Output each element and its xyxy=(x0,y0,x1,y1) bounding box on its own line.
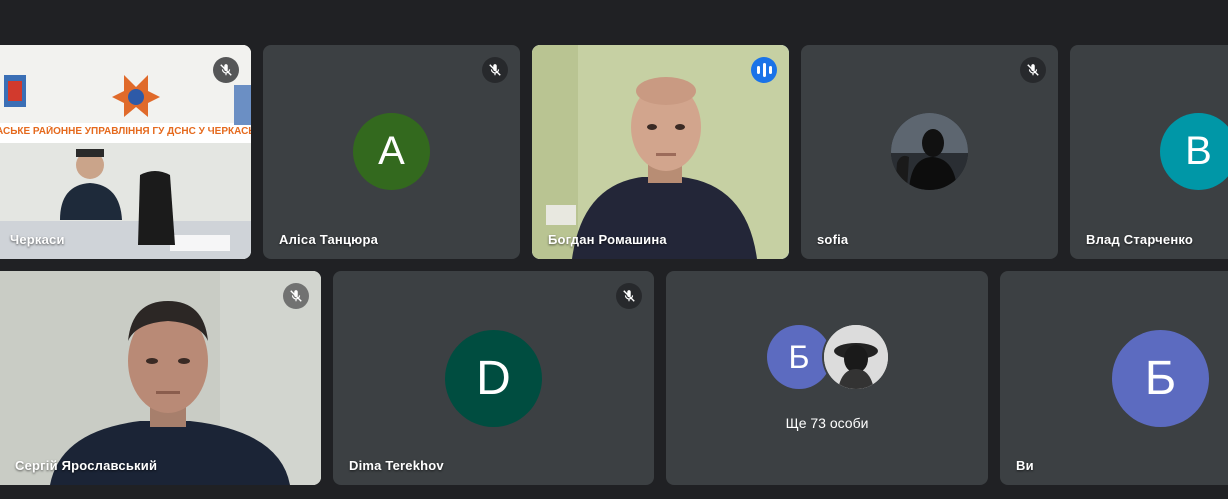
avatar-photo xyxy=(824,325,888,389)
mic-off-indicator xyxy=(1020,57,1046,83)
mic-off-indicator xyxy=(283,283,309,309)
participant-tile-dima[interactable]: D Dima Terekhov xyxy=(333,271,654,485)
mic-off-indicator xyxy=(616,283,642,309)
avatar-photo xyxy=(891,113,968,190)
participant-avatar xyxy=(824,325,888,389)
more-participants-tile[interactable]: Б Ще 73 особи xyxy=(666,271,988,485)
participant-name: Черкаси xyxy=(10,232,65,247)
participant-tile-self[interactable]: Б Ви xyxy=(1000,271,1228,485)
participant-tile-cherkasy[interactable]: АСЬКЕ РАЙОННЕ УПРАВЛІННЯ ГУ ДСНС У ЧЕРКА… xyxy=(0,45,251,259)
mic-off-icon xyxy=(220,64,232,76)
audio-level-icon xyxy=(756,66,760,74)
participant-avatar: Б xyxy=(1112,330,1209,427)
mic-off-icon xyxy=(623,290,635,302)
participant-video xyxy=(532,45,789,259)
avatar-letter: Б xyxy=(1144,352,1177,405)
participant-avatar: А xyxy=(353,113,430,190)
avatar-letter: А xyxy=(378,129,405,173)
participant-name: Ви xyxy=(1016,458,1034,473)
speaking-indicator xyxy=(751,57,777,83)
participant-video xyxy=(0,271,321,485)
mic-off-icon xyxy=(489,64,501,76)
mic-off-indicator xyxy=(213,57,239,83)
participant-name: Сергій Ярославський xyxy=(15,458,158,473)
participant-name: Аліса Танцюра xyxy=(279,232,379,247)
mic-off-indicator xyxy=(482,57,508,83)
participant-name: sofia xyxy=(817,232,849,247)
avatar-letter: D xyxy=(476,352,511,405)
participant-avatar: В xyxy=(1160,113,1228,190)
participant-video xyxy=(0,45,251,259)
participant-avatar: D xyxy=(445,330,542,427)
participant-tile-serhii[interactable]: Сергій Ярославський xyxy=(0,271,321,485)
participant-name: Dima Terekhov xyxy=(349,458,444,473)
participant-tile-alisa[interactable]: А Аліса Танцюра xyxy=(263,45,520,259)
participant-name: Богдан Ромашина xyxy=(548,232,667,247)
participant-tile-sofia[interactable]: sofia xyxy=(801,45,1058,259)
avatar-letter: В xyxy=(1185,129,1212,173)
participant-tile-bohdan[interactable]: Богдан Ромашина xyxy=(532,45,789,259)
mic-off-icon xyxy=(290,290,302,302)
banner-text: АСЬКЕ РАЙОННЕ УПРАВЛІННЯ ГУ ДСНС У ЧЕРКА… xyxy=(0,126,251,137)
participant-avatar: Б xyxy=(767,325,831,389)
participant-name: Влад Старченко xyxy=(1086,232,1194,247)
mic-off-icon xyxy=(1027,64,1039,76)
participant-avatar xyxy=(891,113,968,190)
avatar-letter: Б xyxy=(788,338,810,375)
participant-tile-vlad[interactable]: В Влад Старченко xyxy=(1070,45,1228,259)
more-participants-label: Ще 73 особи xyxy=(785,415,869,431)
